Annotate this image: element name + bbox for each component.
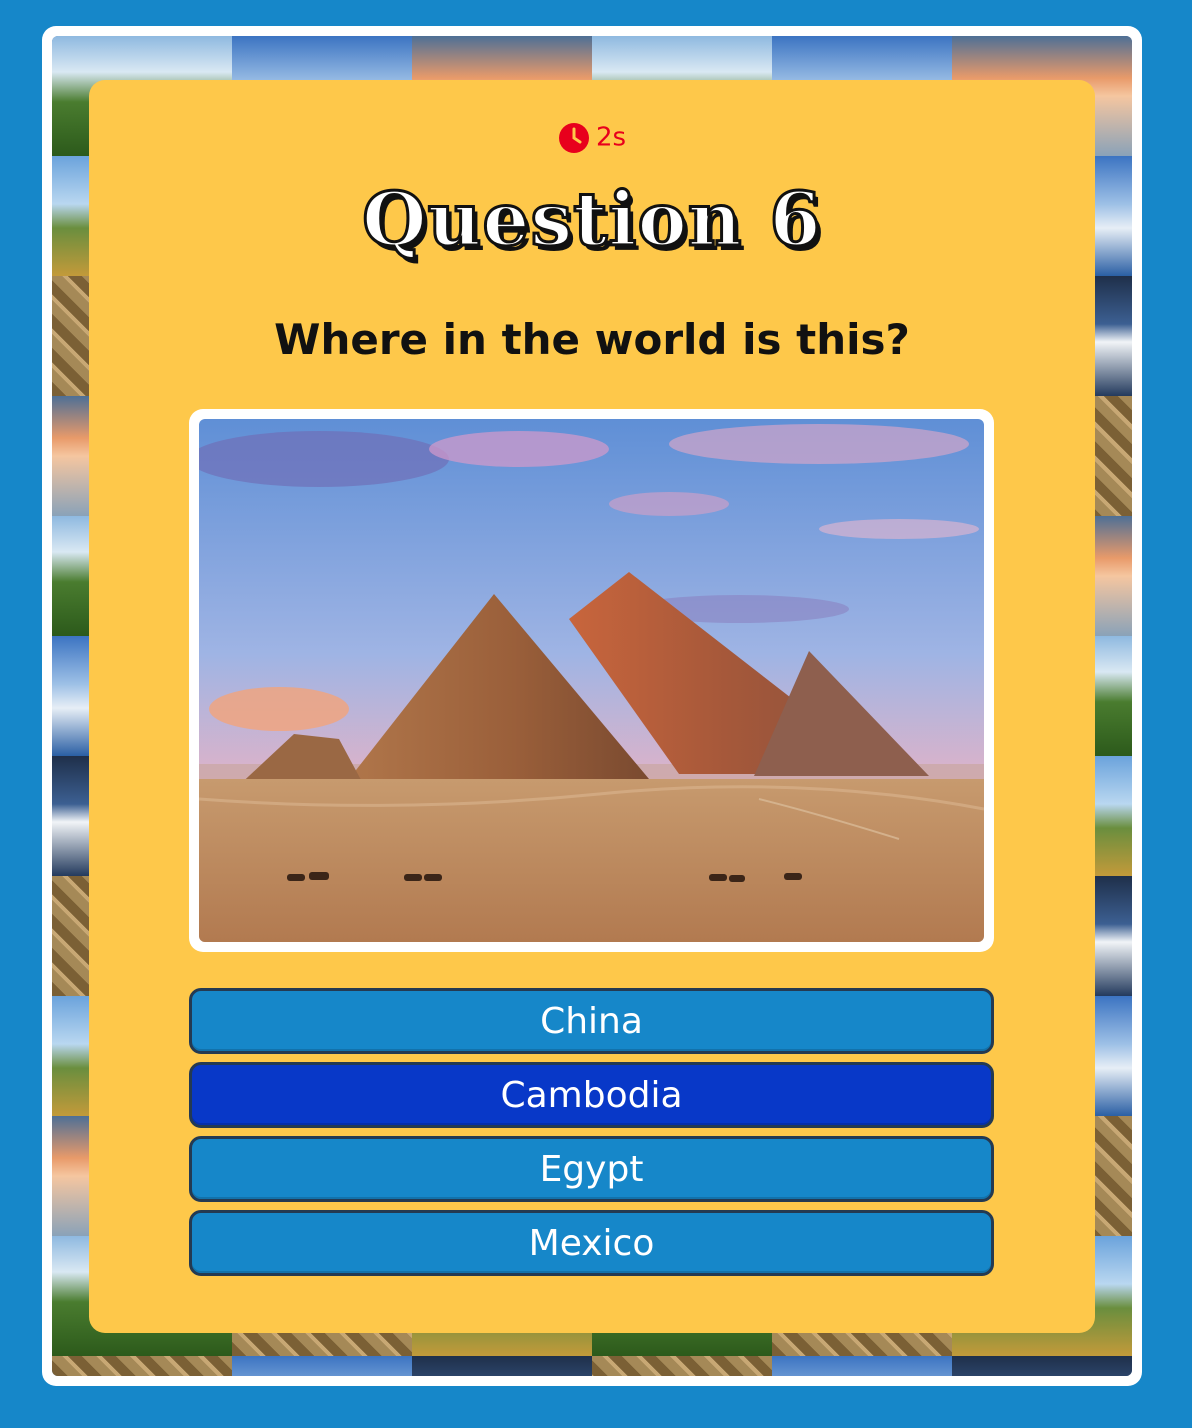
timer-value: 2s	[595, 122, 627, 153]
countdown-timer: 2s	[89, 120, 1095, 155]
question-prompt: Where in the world is this?	[274, 315, 910, 364]
answer-list: China Cambodia Egypt Mexico	[189, 988, 994, 1284]
answer-option-mexico[interactable]: Mexico	[189, 1210, 994, 1276]
answer-option-china[interactable]: China	[189, 988, 994, 1054]
answer-option-cambodia[interactable]: Cambodia	[189, 1062, 994, 1128]
question-title: Question 6	[361, 176, 823, 265]
pyramids-photo	[199, 419, 984, 942]
question-card: 2s Question 6 Where in the world is this…	[89, 80, 1095, 1333]
answer-option-egypt[interactable]: Egypt	[189, 1136, 994, 1202]
question-photo	[189, 409, 994, 952]
clock-icon	[558, 122, 590, 154]
